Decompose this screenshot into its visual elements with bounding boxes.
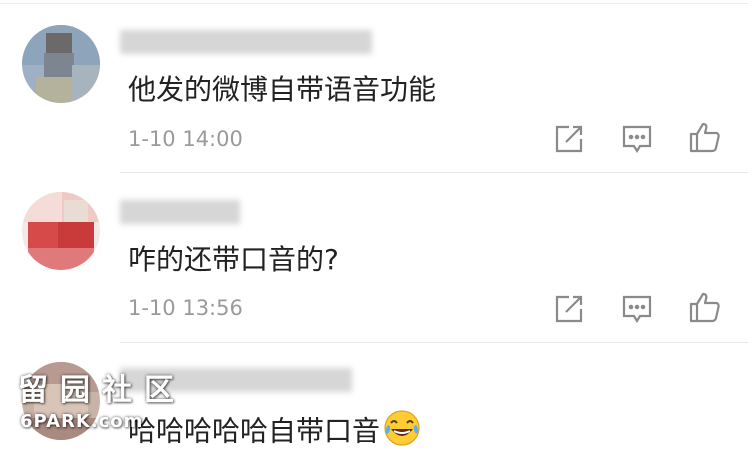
username-redacted[interactable]	[120, 30, 380, 54]
laughing-tears-emoji	[382, 408, 422, 457]
timestamp: 1-10 14:00	[128, 127, 243, 151]
comment-text: 他发的微博自带语音功能	[128, 73, 437, 106]
username-redacted[interactable]	[120, 200, 260, 224]
top-divider	[0, 3, 748, 4]
avatar[interactable]	[22, 192, 100, 270]
share-icon[interactable]	[552, 292, 586, 326]
comments-page: 他发的微博自带语音功能 1-10 14:00 咋的还带口音的? 1-10 13:…	[0, 0, 748, 466]
divider	[120, 172, 748, 173]
username-redacted[interactable]	[120, 368, 360, 392]
comment-icon[interactable]	[620, 292, 654, 326]
comment-text-content: 哈哈哈哈哈自带口音	[128, 414, 381, 448]
comment-icon[interactable]	[620, 122, 654, 156]
divider	[120, 342, 748, 343]
thumbs-up-icon[interactable]	[688, 120, 722, 154]
timestamp: 1-10 13:56	[128, 296, 243, 320]
share-icon[interactable]	[552, 122, 586, 156]
thumbs-up-icon[interactable]	[688, 290, 722, 324]
comment-text: 哈哈哈哈哈自带口音	[128, 408, 422, 457]
avatar[interactable]	[22, 25, 100, 103]
avatar[interactable]	[22, 362, 100, 440]
comment-text: 咋的还带口音的?	[128, 243, 339, 276]
